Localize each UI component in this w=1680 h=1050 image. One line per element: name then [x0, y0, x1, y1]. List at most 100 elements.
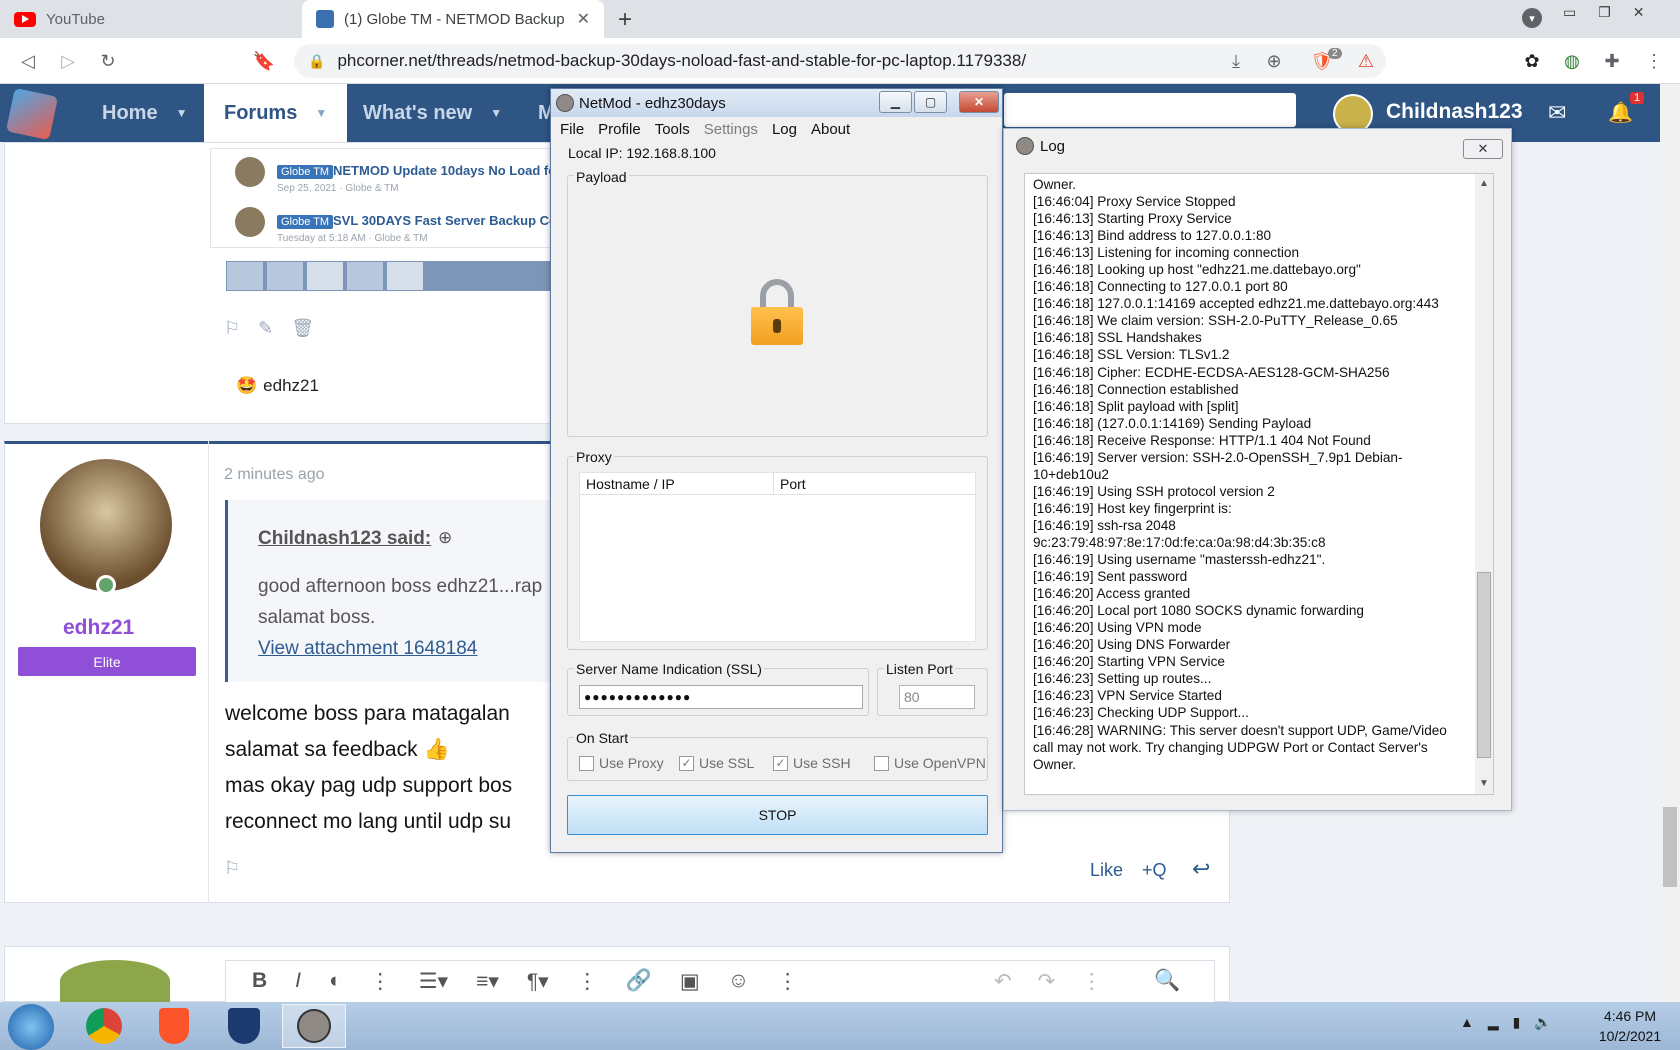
thread-title[interactable]: NETMOD Update 10days No Load for [333, 163, 561, 178]
like-button[interactable]: Like [1090, 860, 1123, 881]
show-hidden-icons-icon[interactable]: ▲ [1460, 1014, 1488, 1030]
use-proxy-checkbox[interactable]: Use Proxy [579, 755, 664, 771]
palette-icon[interactable]: ◐ [329, 969, 342, 994]
nav-whats-new[interactable]: What's new ▼ [363, 84, 502, 142]
edit-icon[interactable]: ✎ [258, 318, 291, 338]
bell-icon[interactable]: 🔔 [1608, 100, 1633, 125]
use-ssh-checkbox[interactable]: ✓ Use SSH [773, 755, 851, 771]
start-button[interactable] [8, 1004, 54, 1050]
scroll-down-icon[interactable]: ▼ [1479, 778, 1489, 789]
paragraph-icon[interactable]: ¶▾ [527, 969, 549, 994]
bookmark-icon[interactable]: 🔖 [250, 47, 278, 75]
signal-icon[interactable]: ▂ [1488, 1014, 1513, 1030]
back-icon[interactable]: ◁ [14, 47, 42, 75]
page-scrollbar[interactable] [1660, 84, 1680, 1002]
close-tab-icon[interactable]: ✕ [577, 9, 590, 29]
italic-icon[interactable]: I [295, 969, 301, 994]
taskbar-netmod[interactable] [282, 1004, 346, 1048]
report-flag-icon[interactable]: ⚐ [224, 318, 258, 338]
taskbar-chrome[interactable] [72, 1004, 136, 1048]
tab-search-icon[interactable]: ▾ [1522, 8, 1542, 28]
use-openvpn-checkbox[interactable]: Use OpenVPN [874, 755, 986, 771]
close-button[interactable]: ✕ [959, 91, 999, 113]
listen-port-input[interactable]: 80 [899, 685, 975, 709]
thread-title[interactable]: SVL 30DAYS Fast Server Backup Con [333, 213, 565, 228]
image-icon[interactable]: ▣ [680, 969, 700, 994]
extension-icon-2[interactable]: ◍ [1558, 47, 1586, 75]
install-app-icon[interactable]: ⤓ [1222, 47, 1250, 75]
battery-icon[interactable]: ▮ [1513, 1014, 1535, 1030]
log-titlebar[interactable]: Log [1004, 129, 1511, 163]
use-ssl-checkbox[interactable]: ✓ Use SSL [679, 755, 754, 771]
scrollbar-thumb[interactable] [1477, 572, 1491, 758]
report-flag-icon[interactable]: ⚐ [224, 858, 240, 879]
extensions-puzzle-icon[interactable]: ✚ [1598, 47, 1626, 75]
preview-icon[interactable]: 🔍 [1154, 969, 1180, 994]
new-tab-button[interactable]: + [618, 6, 632, 34]
jump-to-quote-icon[interactable]: ⊕ [438, 528, 452, 548]
menu-about[interactable]: About [811, 121, 850, 138]
user-name[interactable]: Childnash123 [1386, 100, 1523, 124]
undo-icon[interactable]: ↶ [994, 969, 1012, 994]
multi-quote-button[interactable]: +Q [1142, 860, 1167, 881]
menu-file[interactable]: File [560, 121, 584, 138]
tab-globe-tm[interactable]: (1) Globe TM - NETMOD Backup ✕ [302, 0, 604, 38]
scrollbar-thumb[interactable] [1663, 807, 1677, 887]
maximize-button[interactable]: ▢ [914, 91, 947, 113]
zoom-icon[interactable]: ⊕ [1260, 47, 1288, 75]
menu-icon[interactable]: ⋮ [1640, 47, 1668, 75]
more-options-icon[interactable]: ⋮ [577, 969, 598, 994]
site-logo[interactable] [5, 87, 59, 141]
proxy-table[interactable]: Hostname / IP Port [579, 472, 976, 642]
menu-tools[interactable]: Tools [655, 121, 690, 138]
more-options-icon[interactable]: ⋮ [777, 969, 798, 994]
column-port[interactable]: Port [774, 473, 806, 494]
lock-icon: 🔒 [308, 52, 326, 69]
link-icon[interactable]: 🔗 [626, 969, 652, 994]
nav-home[interactable]: Home ▼ [102, 84, 187, 142]
bold-icon[interactable]: B [252, 969, 267, 994]
log-scrollbar[interactable]: ▲ ▼ [1475, 174, 1493, 794]
emoji-icon[interactable]: ☺ [728, 969, 749, 994]
author-avatar[interactable] [40, 459, 172, 591]
more-options-icon[interactable]: ⋮ [1081, 969, 1102, 994]
taskbar-brave[interactable] [142, 1004, 206, 1048]
inbox-icon[interactable]: ✉ [1548, 100, 1566, 126]
minimize-button[interactable]: ▁ [879, 91, 912, 113]
checkbox-label: Use Proxy [599, 755, 664, 771]
volume-icon[interactable]: 🔈 [1534, 1014, 1565, 1030]
brave-rewards-icon[interactable]: ⚠ [1352, 47, 1380, 75]
tab-youtube[interactable]: YouTube [0, 0, 300, 38]
redo-icon[interactable]: ↷ [1038, 969, 1056, 994]
align-icon[interactable]: ≡▾ [476, 969, 499, 994]
extension-icon-1[interactable]: ✿ [1518, 47, 1546, 75]
taskbar-shield-app[interactable] [212, 1004, 276, 1048]
log-close-button[interactable]: ✕ [1463, 139, 1503, 159]
reload-icon[interactable]: ↻ [94, 47, 122, 75]
menu-settings[interactable]: Settings [704, 121, 758, 138]
reaction-summary[interactable]: 🤩 edhz21 [236, 376, 319, 396]
restore-icon[interactable]: ❐ [1598, 4, 1633, 20]
post-time[interactable]: 2 minutes ago [224, 466, 325, 484]
site-search-input[interactable] [1004, 93, 1296, 127]
nav-forums[interactable]: Forums ▼ [204, 84, 348, 142]
log-output[interactable]: Owner. [16:46:04] Proxy Service Stopped [1… [1024, 173, 1494, 795]
menu-profile[interactable]: Profile [598, 121, 641, 138]
author-name[interactable]: edhz21 [63, 616, 134, 640]
menu-log[interactable]: Log [772, 121, 797, 138]
taskbar-clock[interactable]: 4:46 PM 10/2/2021 [1594, 1006, 1666, 1046]
stop-button[interactable]: STOP [567, 795, 988, 835]
sni-input[interactable]: ●●●●●●●●●●●●● [579, 685, 863, 709]
reply-icon[interactable]: ↩ [1192, 856, 1210, 882]
forward-icon[interactable]: ▷ [54, 47, 82, 75]
delete-icon[interactable]: 🗑 [291, 318, 332, 338]
scroll-up-icon[interactable]: ▲ [1479, 178, 1489, 189]
attachment-link[interactable]: View attachment 1648184 [258, 638, 477, 660]
list-icon[interactable]: ☰▾ [419, 969, 448, 994]
column-hostname[interactable]: Hostname / IP [580, 473, 774, 494]
quote-author[interactable]: Childnash123 said: [258, 528, 431, 550]
minimize-icon[interactable]: ▭ [1563, 4, 1598, 20]
youtube-icon [14, 11, 36, 27]
more-options-icon[interactable]: ⋮ [370, 969, 391, 994]
close-window-icon[interactable]: ✕ [1633, 4, 1667, 20]
